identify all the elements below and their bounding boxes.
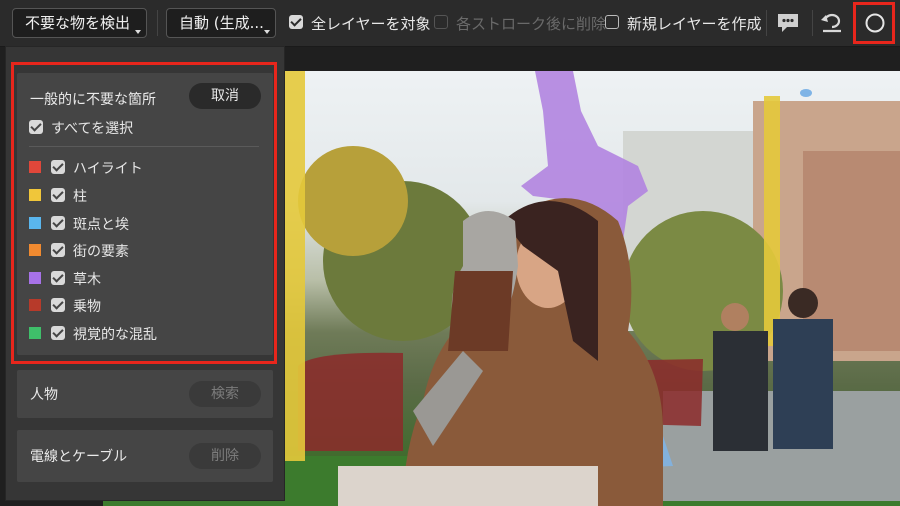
all-layers-checkbox[interactable] [289,15,303,29]
delete-after-stroke-label: 各ストローク後に削除 [456,15,607,33]
detect-dropdown[interactable]: 不要な物を検出 [12,8,147,38]
people-title: 人物 [30,387,58,403]
new-layer-checkbox[interactable] [605,15,619,29]
remove-button[interactable]: 削除 [189,443,261,469]
reset-icon[interactable] [820,12,844,34]
detect-dropdown-value: 不要な物を検出 [25,14,131,32]
mode-dropdown[interactable]: 自動 (生成... [166,8,276,38]
highlight-box [853,2,895,44]
delete-after-stroke-checkbox[interactable] [434,15,448,29]
search-button-label: 検索 [211,386,239,402]
chevron-down-icon [135,30,141,34]
remove-button-label: 削除 [211,448,239,464]
chevron-down-icon [264,30,270,34]
people-card: 人物 検索 [17,370,273,418]
toolbar-divider [157,10,158,36]
all-layers-label: 全レイヤーを対象 [311,15,431,33]
search-button[interactable]: 検索 [189,381,261,407]
options-toolbar: 不要な物を検出 自動 (生成... 全レイヤーを対象 各ストローク後に削除 新規… [0,0,900,47]
feedback-icon[interactable] [776,12,800,34]
toolbar-divider [812,10,813,36]
mode-dropdown-value: 自動 (生成... [179,14,264,32]
wires-cables-title: 電線とケーブル [30,449,128,465]
toolbar-divider [766,10,767,36]
highlight-box [11,62,277,364]
wires-cables-card: 電線とケーブル 削除 [17,430,273,482]
new-layer-label: 新規レイヤーを作成 [627,15,762,33]
